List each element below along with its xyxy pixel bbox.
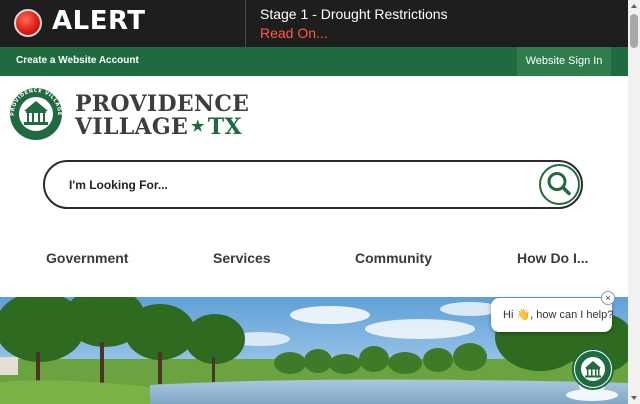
search-icon bbox=[547, 172, 571, 196]
nav-item-government[interactable]: Government bbox=[46, 250, 128, 266]
nav-item-community[interactable]: Community bbox=[355, 250, 432, 266]
alert-bar: ALERT Stage 1 - Drought Restrictions Rea… bbox=[0, 0, 628, 47]
logo-text-village: VILLAGE bbox=[75, 114, 189, 140]
logo-text-state: TX bbox=[207, 114, 242, 140]
site-logo[interactable]: PROVIDENCE VILLAGE PROVIDENCE VILLAGE ★ TX bbox=[5, 87, 249, 143]
alert-message[interactable]: Stage 1 - Drought Restrictions bbox=[260, 6, 448, 22]
nav-item-services[interactable]: Services bbox=[213, 250, 271, 266]
sign-in-button[interactable]: Website Sign In bbox=[517, 47, 611, 76]
logo-text-village-line: VILLAGE ★ TX bbox=[75, 114, 242, 140]
alert-label: ALERT bbox=[52, 6, 146, 36]
page: ALERT Stage 1 - Drought Restrictions Rea… bbox=[0, 0, 628, 404]
search-bar bbox=[43, 160, 583, 209]
scroll-down-arrow-icon[interactable] bbox=[628, 392, 640, 404]
create-account-link[interactable]: Create a Website Account bbox=[16, 55, 139, 66]
nav-item-how-do-i[interactable]: How Do I... bbox=[517, 250, 589, 266]
alert-read-on-link[interactable]: Read On... bbox=[260, 25, 328, 41]
scroll-up-arrow-icon[interactable] bbox=[628, 0, 640, 12]
search-input[interactable] bbox=[69, 174, 529, 196]
chat-greeting: Hi 👋, how can I help? bbox=[503, 309, 614, 321]
village-seal-icon: PROVIDENCE VILLAGE bbox=[10, 88, 62, 140]
main-nav: Government Services Community How Do I..… bbox=[0, 246, 628, 272]
chat-avatar[interactable] bbox=[572, 348, 614, 390]
utility-bar: Create a Website Account Website Sign In bbox=[0, 47, 628, 76]
scrollbar-thumb[interactable] bbox=[630, 14, 638, 48]
chat-close-button[interactable]: × bbox=[601, 291, 615, 305]
chat-bubble[interactable]: Hi 👋, how can I help? bbox=[491, 298, 614, 332]
star-icon: ★ bbox=[191, 117, 205, 135]
alert-icon bbox=[14, 9, 42, 37]
village-seal-icon bbox=[575, 351, 611, 387]
page-scrollbar[interactable] bbox=[628, 0, 640, 404]
alert-label-area[interactable]: ALERT bbox=[0, 0, 246, 47]
search-button[interactable] bbox=[539, 164, 580, 205]
